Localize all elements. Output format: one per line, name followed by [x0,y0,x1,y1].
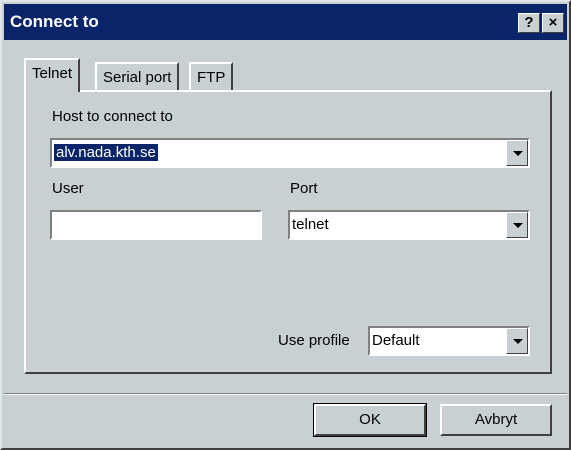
divider [4,393,567,395]
chevron-down-icon[interactable] [506,140,528,166]
profile-value: Default [372,332,420,349]
host-value: alv.nada.kth.se [54,144,158,161]
port-value: telnet [292,216,329,233]
connect-dialog: Connect to ? × Telnet Serial port FTP Ho… [0,0,571,450]
user-input[interactable] [50,210,262,240]
tab-ftp[interactable]: FTP [189,62,234,92]
host-combobox[interactable]: alv.nada.kth.se [50,138,530,168]
profile-combobox[interactable]: Default [368,326,530,356]
port-combobox[interactable]: telnet [288,210,530,240]
tab-telnet[interactable]: Telnet [24,58,81,92]
user-label: User [52,180,84,197]
cancel-button[interactable]: Avbryt [440,404,552,436]
ok-button[interactable]: OK [313,403,427,437]
chevron-down-icon[interactable] [506,212,528,238]
port-label: Port [290,180,318,197]
host-label: Host to connect to [52,108,173,125]
title-bar[interactable]: Connect to ? × [4,4,567,40]
help-button[interactable]: ? [518,13,540,33]
window-title: Connect to [10,12,99,31]
close-button[interactable]: × [542,13,564,33]
telnet-panel: Host to connect to alv.nada.kth.se User … [24,90,552,374]
profile-label: Use profile [278,332,350,349]
tab-serial-port[interactable]: Serial port [95,62,180,92]
chevron-down-icon[interactable] [506,328,528,354]
